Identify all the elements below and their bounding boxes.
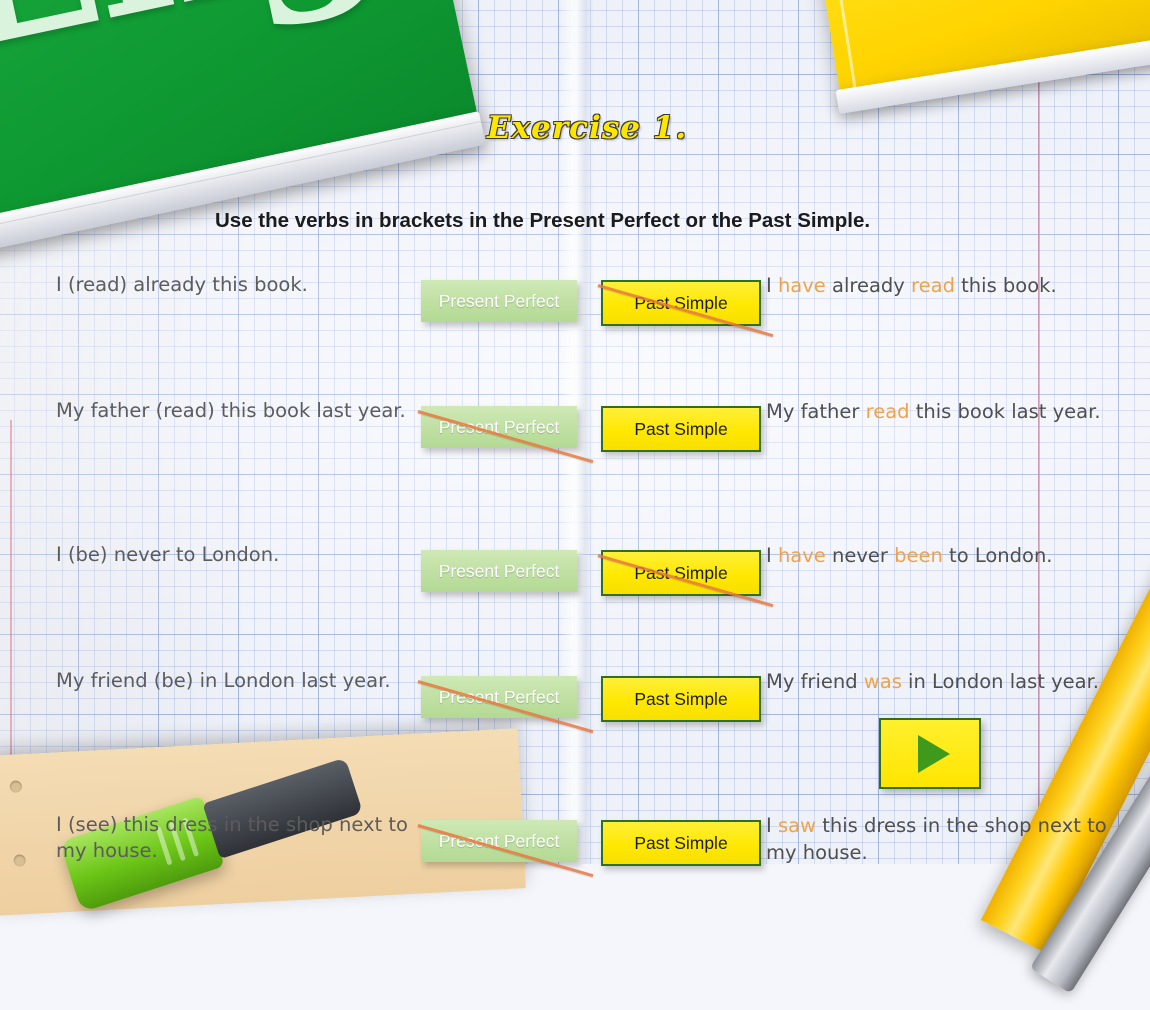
- exercise-row: My friend (be) in London last year. Pres e…: [0, 461, 1150, 734]
- answer-verb: was: [863, 670, 902, 693]
- answer-fragment: in London last year.: [901, 670, 1099, 693]
- past-simple-button[interactable]: Past Simple: [601, 820, 761, 866]
- slide-content: Exercise 1. Use the verbs in brackets in…: [0, 0, 1150, 878]
- next-slide-button[interactable]: [879, 718, 981, 789]
- question-text: I (read) already this book.: [56, 273, 308, 296]
- answer-text: I have already read this book.: [766, 272, 1138, 299]
- answer-fragment: this dress in the shop next to my house.: [766, 814, 1107, 864]
- answer-fragment: this book.: [954, 274, 1057, 297]
- question-text: My friend (be) in London last year.: [56, 669, 391, 692]
- exercise-row: I (see) this dress in the shop next to m…: [0, 524, 1150, 878]
- answer-fragment: I: [766, 814, 778, 837]
- answer-fragment: My friend: [766, 670, 864, 693]
- instruction-text: Use the verbs in brackets in the Present…: [215, 209, 871, 232]
- past-simple-button[interactable]: Past Simple: [601, 280, 761, 326]
- past-simple-button[interactable]: Past Simple: [601, 676, 761, 722]
- answer-fragment: already: [825, 274, 912, 297]
- answer-text: My friend was in London last year.: [766, 668, 1138, 695]
- answer-verb: read: [911, 274, 955, 297]
- present-perfect-button[interactable]: Present Perfect: [421, 280, 577, 322]
- present-perfect-button[interactable]: Present Perfect: [421, 676, 577, 718]
- exercise-row: I (read) already this book. Present Perfe…: [0, 272, 1150, 338]
- answer-verb: have: [777, 274, 826, 297]
- play-triangle-icon: [918, 734, 950, 773]
- answer-fragment: I: [766, 274, 778, 297]
- exercise-row: I (be) never to London. Pres ent Perfect Pa…: [0, 398, 1150, 608]
- present-perfect-button[interactable]: Present Perfect: [421, 820, 577, 862]
- exercise-row: My father (read) this book last year. Pre…: [0, 335, 1150, 464]
- question-text: I (see) this dress in the shop next to m…: [56, 813, 408, 862]
- answer-verb: saw: [777, 814, 817, 837]
- answer-text: I saw this dress in the shop next to my …: [766, 812, 1138, 866]
- exercise-rows: I (read) already this book. Present Perfe…: [0, 272, 1150, 878]
- page-title: Exercise 1.: [487, 110, 688, 146]
